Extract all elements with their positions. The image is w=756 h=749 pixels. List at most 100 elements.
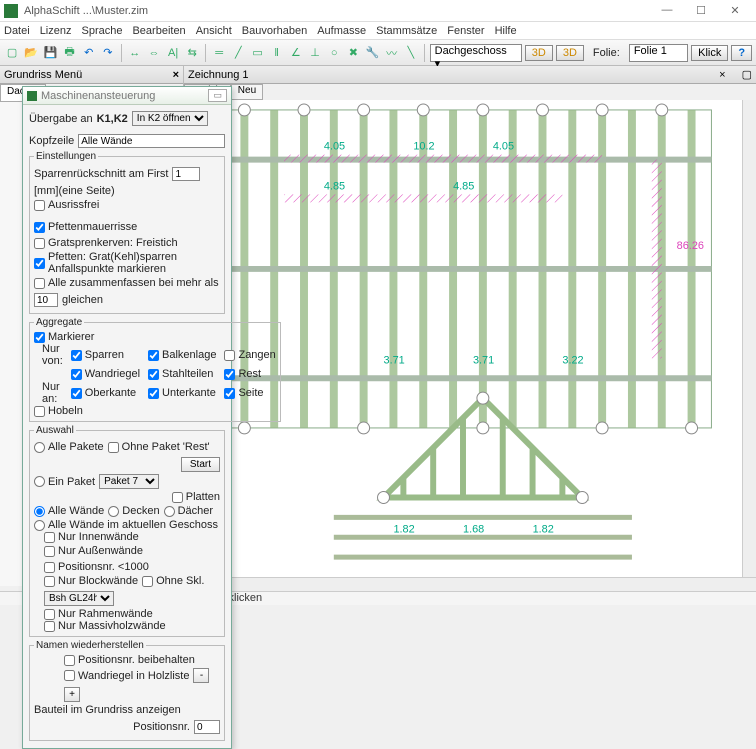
daecher-radio[interactable]: [164, 506, 175, 517]
menu-bauvorhaben[interactable]: Bauvorhaben: [242, 25, 307, 37]
save-icon[interactable]: 💾: [42, 43, 58, 63]
folie-dropdown[interactable]: Folie 1: [629, 44, 688, 62]
posnr-input[interactable]: [194, 720, 220, 734]
start-button[interactable]: Start: [181, 457, 220, 472]
dline-icon[interactable]: ╱: [230, 43, 246, 63]
line-icon[interactable]: ╲: [403, 43, 419, 63]
ohne-skl-check[interactable]: [142, 576, 153, 587]
redo-icon[interactable]: ↷: [100, 43, 116, 63]
dim-icon[interactable]: ↔: [127, 43, 143, 63]
markierer-check[interactable]: [34, 332, 45, 343]
alle-waende-geschoss-radio[interactable]: [34, 520, 45, 531]
balkenlage-check[interactable]: [148, 350, 159, 361]
new-icon[interactable]: ▢: [4, 43, 20, 63]
nur-innen-check[interactable]: [44, 532, 55, 543]
uebergabe-label: Übergabe an: [29, 113, 93, 125]
alle-pakete-radio[interactable]: [34, 442, 45, 453]
platten-check[interactable]: [172, 492, 183, 503]
drawing-max-icon[interactable]: ▢: [742, 68, 752, 81]
ohne-paket-check[interactable]: [108, 442, 119, 453]
menu-datei[interactable]: Datei: [4, 25, 30, 37]
open-icon[interactable]: 📂: [23, 43, 39, 63]
circle-icon[interactable]: ○: [326, 43, 342, 63]
text-icon[interactable]: A|: [165, 43, 181, 63]
menu-hilfe[interactable]: Hilfe: [495, 25, 517, 37]
view-3d2-button[interactable]: 3D: [556, 45, 584, 61]
alle-zusammen-check[interactable]: [34, 278, 45, 289]
menu-aufmasse[interactable]: Aufmasse: [317, 25, 366, 37]
kopfzeile-input[interactable]: [78, 134, 225, 148]
nur-block-check[interactable]: [44, 576, 55, 587]
bsh-select[interactable]: Bsh GL24h si: [44, 591, 114, 606]
perp-icon[interactable]: ⊥: [307, 43, 323, 63]
oberkante-check[interactable]: [71, 388, 82, 399]
tools-icon[interactable]: ✖: [345, 43, 361, 63]
print-icon[interactable]: 🖶: [61, 43, 77, 63]
paket-select[interactable]: Paket 7: [99, 474, 159, 489]
dialog-close-button[interactable]: ▭: [208, 89, 227, 102]
seite-check[interactable]: [224, 388, 235, 399]
wrench-icon[interactable]: 🔧: [364, 43, 380, 63]
parallel-icon[interactable]: ‖: [269, 43, 285, 63]
toolbar: ▢ 📂 💾 🖶 ↶ ↷ ↔ ⇔ A| ⇆ ═ ╱ ▭ ‖ ∠ ⊥ ○ ✖ 🔧 〰…: [0, 40, 756, 66]
stahlteilen-check[interactable]: [148, 369, 159, 380]
horizontal-scrollbar[interactable]: [184, 577, 756, 591]
app-icon: [4, 4, 18, 18]
wandriegel-holz-check[interactable]: [64, 670, 75, 681]
zangen-check[interactable]: [224, 350, 235, 361]
view-3d-button[interactable]: 3D: [525, 45, 553, 61]
svg-text:4.85: 4.85: [324, 180, 345, 192]
klick-button[interactable]: Klick: [691, 45, 728, 61]
move-icon[interactable]: ⇆: [184, 43, 200, 63]
sparren-check[interactable]: [71, 350, 82, 361]
undo-icon[interactable]: ↶: [81, 43, 97, 63]
pfetten-grat-check[interactable]: [34, 258, 45, 269]
curve-icon[interactable]: 〰: [384, 43, 400, 63]
menu-bearbeiten[interactable]: Bearbeiten: [132, 25, 185, 37]
posnr-1000-check[interactable]: [44, 562, 55, 573]
nur-massiv-check[interactable]: [44, 621, 55, 632]
mini-tab-neu[interactable]: Neu: [231, 84, 263, 100]
unterkante-check[interactable]: [148, 388, 159, 399]
titlebar: AlphaSchift ...\Muster.zim — ☐ ✕: [0, 0, 756, 22]
kopfzeile-label: Kopfzeile: [29, 135, 74, 147]
hline-icon[interactable]: ═: [211, 43, 227, 63]
rect-icon[interactable]: ▭: [249, 43, 265, 63]
pos-beibehalten-check[interactable]: [64, 655, 75, 666]
alle-zusammen-input[interactable]: [34, 293, 58, 307]
floor-dropdown[interactable]: Dachgeschoss ▾: [430, 44, 522, 62]
menu-lizenz[interactable]: Lizenz: [40, 25, 72, 37]
drawing-title: Zeichnung 1: [188, 69, 249, 81]
dim2-icon[interactable]: ⇔: [146, 43, 162, 63]
menu-stammsaetze[interactable]: Stammsätze: [376, 25, 437, 37]
hobeln-check[interactable]: [34, 406, 45, 417]
help-button[interactable]: ?: [731, 45, 752, 61]
wandriegel-check[interactable]: [71, 369, 82, 380]
uebergabe-select[interactable]: In K2 öffnen: [132, 111, 208, 126]
menu-sprache[interactable]: Sprache: [81, 25, 122, 37]
minimize-button[interactable]: —: [650, 4, 684, 17]
svg-text:4.05: 4.05: [324, 141, 345, 153]
decken-radio[interactable]: [108, 506, 119, 517]
close-button[interactable]: ✕: [718, 4, 752, 17]
drawing-close-icon[interactable]: ×: [719, 69, 725, 81]
uebergabe-target: K1,K2: [97, 113, 128, 125]
ein-paket-radio[interactable]: [34, 476, 45, 487]
gratspren-check[interactable]: [34, 238, 45, 249]
pfettenmauer-check[interactable]: [34, 222, 45, 233]
folie-label: Folie:: [587, 45, 626, 61]
sidebar-close-icon[interactable]: ×: [173, 69, 179, 81]
rest-check[interactable]: [224, 369, 235, 380]
angle-icon[interactable]: ∠: [288, 43, 304, 63]
maximize-button[interactable]: ☐: [684, 4, 718, 17]
sparren-input[interactable]: [172, 167, 200, 181]
menu-fenster[interactable]: Fenster: [447, 25, 484, 37]
menu-ansicht[interactable]: Ansicht: [196, 25, 232, 37]
nur-rahmen-check[interactable]: [44, 609, 55, 620]
minus-button[interactable]: -: [193, 668, 209, 683]
vertical-scrollbar[interactable]: [742, 100, 756, 577]
alle-waende-radio[interactable]: [34, 506, 45, 517]
plus-button[interactable]: +: [64, 687, 80, 702]
nur-aussen-check[interactable]: [44, 546, 55, 557]
ausrissfrei-check[interactable]: [34, 200, 45, 211]
